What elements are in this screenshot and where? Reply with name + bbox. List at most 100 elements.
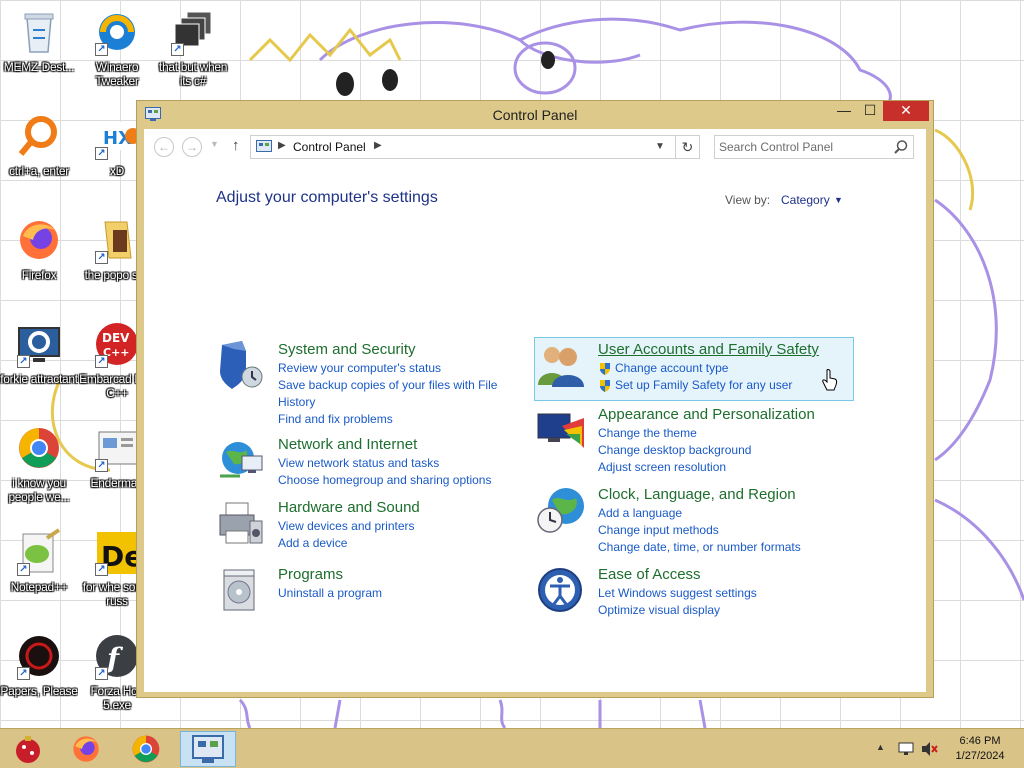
view-by-label: View by: xyxy=(725,193,771,207)
up-button[interactable]: ↑ xyxy=(232,137,240,154)
system-clock[interactable]: 6:46 PM 1/27/2024 xyxy=(940,734,1020,764)
desktop-icon-forkie[interactable]: ↗ forkie attractant xyxy=(0,316,78,416)
flash-icon: f ↗ xyxy=(93,632,141,680)
forward-button[interactable]: → xyxy=(182,137,202,157)
refresh-button[interactable]: ↻ xyxy=(675,136,699,158)
chevron-down-icon[interactable]: ▼ xyxy=(655,141,665,152)
category-title[interactable]: User Accounts and Family Safety xyxy=(598,341,819,358)
refresh-icon: ↻ xyxy=(681,139,694,155)
recent-locations-button[interactable]: ▼ xyxy=(210,139,219,149)
desktop-icon-papers-please[interactable]: ↗ Papers, Please xyxy=(0,628,78,728)
chrome-icon xyxy=(15,424,63,472)
link-optimize-visual[interactable]: Optimize visual display xyxy=(598,602,838,619)
network-tray-icon[interactable] xyxy=(898,741,914,757)
link-file-history[interactable]: Save backup copies of your files with Fi… xyxy=(278,377,518,411)
desktop-icon-ctrl-a[interactable]: ctrl+a, enter xyxy=(0,108,78,208)
category-title[interactable]: Network and Internet xyxy=(278,436,417,453)
chevron-down-icon[interactable]: ▼ xyxy=(834,195,843,205)
view-by-dropdown[interactable]: Category xyxy=(781,193,830,207)
category-title[interactable]: Programs xyxy=(278,566,343,583)
category-title[interactable]: Ease of Access xyxy=(598,566,701,583)
page-title: Adjust your computer's settings xyxy=(216,189,438,206)
link-change-account-type[interactable]: Change account type xyxy=(615,360,728,377)
back-arrow-icon: ← xyxy=(158,140,170,154)
link-suggest-settings[interactable]: Let Windows suggest settings xyxy=(598,585,838,602)
link-add-language[interactable]: Add a language xyxy=(598,505,838,522)
close-button[interactable]: ✕ xyxy=(883,101,929,121)
chevron-down-icon: ▼ xyxy=(210,139,219,149)
category-title[interactable]: System and Security xyxy=(278,341,416,358)
taskbar-start-ornament[interactable] xyxy=(0,731,56,767)
address-bar[interactable]: ▶ Control Panel ▶ ▼ ↻ xyxy=(250,135,700,159)
minimize-button[interactable]: — xyxy=(831,101,857,121)
ease-of-access-icon xyxy=(538,568,582,612)
recycle-bin-icon xyxy=(15,8,63,56)
printer-icon xyxy=(219,502,263,544)
users-icon xyxy=(538,347,584,387)
taskbar-firefox[interactable] xyxy=(58,731,114,767)
breadcrumb-separator-icon[interactable]: ▶ xyxy=(374,140,382,151)
papers-please-icon: ↗ xyxy=(15,632,63,680)
desktop-icon-label: i know you people we... xyxy=(8,476,70,504)
link-input-methods[interactable]: Change input methods xyxy=(598,522,838,539)
system-security-shield-icon xyxy=(220,341,263,389)
network-globe-icon xyxy=(220,442,263,478)
window-content: ← → ▼ ↑ ▶ Control Panel ▶ ▼ ↻ Adjust you… xyxy=(144,129,926,692)
title-bar[interactable]: Control Panel — ☐ ✕ xyxy=(137,101,933,129)
taskbar: ▲ 6:46 PM 1/27/2024 xyxy=(0,728,1024,768)
link-review-status[interactable]: Review your computer's status xyxy=(278,360,518,377)
link-network-status[interactable]: View network status and tasks xyxy=(278,455,518,472)
firefox-icon xyxy=(15,216,63,264)
programs-box-icon xyxy=(223,569,255,611)
uac-shield-icon xyxy=(600,379,610,392)
winaero-icon: ↗ xyxy=(93,8,141,56)
chevron-up-icon: ▲ xyxy=(876,742,885,752)
desktop-icon-winaero[interactable]: ↗ Winaero Tweaker xyxy=(78,4,156,104)
control-panel-icon xyxy=(256,140,272,152)
uac-shield-icon xyxy=(600,362,610,375)
desktop-icon-memz[interactable]: MEMZ-Dest... xyxy=(0,4,78,104)
link-devices-printers[interactable]: View devices and printers xyxy=(278,518,518,535)
back-button[interactable]: ← xyxy=(154,137,174,157)
link-add-device[interactable]: Add a device xyxy=(278,535,518,552)
desktop-icon-chrome[interactable]: i know you people we... xyxy=(0,420,78,520)
search-icon[interactable] xyxy=(893,139,909,155)
category-title[interactable]: Clock, Language, and Region xyxy=(598,486,796,503)
forward-arrow-icon: → xyxy=(186,140,198,154)
hxd-icon: HX ↗ xyxy=(93,112,141,160)
link-change-theme[interactable]: Change the theme xyxy=(598,425,838,442)
link-homegroup[interactable]: Choose homegroup and sharing options xyxy=(278,472,518,489)
link-family-safety[interactable]: Set up Family Safety for any user xyxy=(615,377,792,394)
search-input[interactable] xyxy=(719,139,889,155)
link-find-fix-problems[interactable]: Find and fix problems xyxy=(278,411,518,428)
search-box[interactable] xyxy=(714,135,914,159)
chrome-icon xyxy=(132,735,160,763)
breadcrumb-separator-icon[interactable]: ▶ xyxy=(278,140,286,151)
desktop-icon-label: Firefox xyxy=(21,268,57,282)
show-hidden-icons-button[interactable]: ▲ xyxy=(876,742,885,768)
desktop-icon-label: ctrl+a, enter xyxy=(9,164,69,178)
desktop-icon-notepadpp[interactable]: ↗ Notepad++ xyxy=(0,524,78,624)
up-arrow-icon: ↑ xyxy=(232,137,240,154)
link-desktop-background[interactable]: Change desktop background xyxy=(598,442,838,459)
display-palette-icon xyxy=(537,413,584,448)
windows-stack-icon: ↗ xyxy=(169,8,217,56)
control-panel-icon xyxy=(192,735,224,763)
ornament-start-icon xyxy=(16,736,40,763)
window-app-icon: ↗ xyxy=(93,424,141,472)
link-date-time-formats[interactable]: Change date, time, or number formats xyxy=(598,539,838,556)
volume-muted-icon[interactable] xyxy=(920,741,938,757)
notepadpp-icon: ↗ xyxy=(15,528,63,576)
link-screen-resolution[interactable]: Adjust screen resolution xyxy=(598,459,838,476)
desktop-icon-label: Notepad++ xyxy=(10,580,68,594)
category-title[interactable]: Hardware and Sound xyxy=(278,499,420,516)
maximize-button[interactable]: ☐ xyxy=(857,101,883,121)
taskbar-control-panel[interactable] xyxy=(180,731,236,767)
desktop-icon-csharp[interactable]: ↗ that but when its c# xyxy=(154,4,232,104)
desktop-icon-firefox[interactable]: Firefox xyxy=(0,212,78,312)
category-title[interactable]: Appearance and Personalization xyxy=(598,406,815,423)
breadcrumb-control-panel[interactable]: Control Panel xyxy=(293,140,366,154)
clock-date: 1/27/2024 xyxy=(955,750,1005,762)
taskbar-chrome[interactable] xyxy=(118,731,174,767)
link-uninstall-program[interactable]: Uninstall a program xyxy=(278,585,518,602)
